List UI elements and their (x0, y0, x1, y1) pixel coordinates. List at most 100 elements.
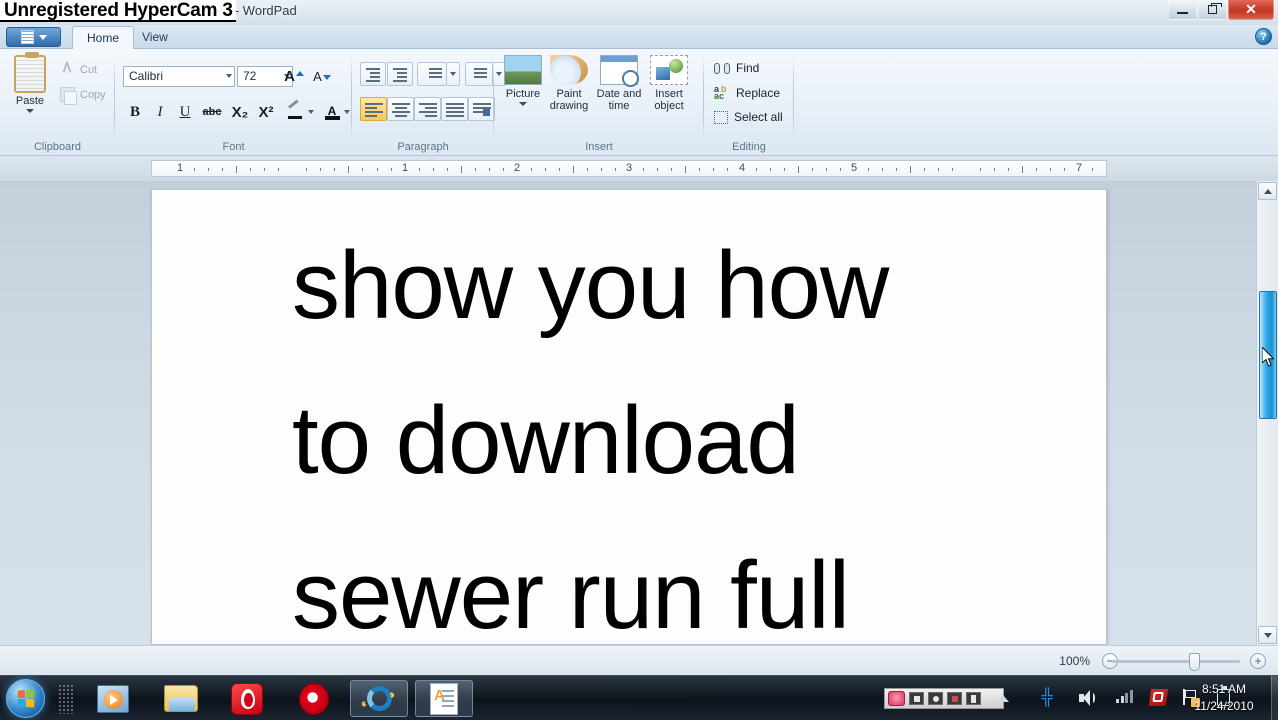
ruler-number: 2 (513, 162, 521, 174)
line-spacing-button[interactable] (465, 62, 493, 86)
group-label-clipboard: Clipboard (33, 141, 82, 153)
align-right-button[interactable] (414, 97, 441, 121)
ruler-tick (727, 168, 729, 171)
paragraph-settings-button[interactable] (468, 97, 495, 121)
help-button[interactable]: ? (1255, 28, 1272, 45)
wordpad-icon: A (430, 682, 458, 715)
grow-font-icon: A (284, 68, 295, 85)
clock-time: 8:51 AM (1201, 682, 1247, 696)
zoom-slider-thumb[interactable] (1189, 653, 1200, 671)
hypercam-toolbar[interactable] (884, 688, 1004, 709)
taskbar-item-opera[interactable] (285, 680, 343, 717)
hypercam-stop-icon[interactable] (909, 692, 924, 705)
hypercam-settings-icon[interactable] (966, 692, 981, 705)
ruler-tick (938, 168, 940, 171)
align-left-icon (365, 103, 383, 119)
taskbar-item-wordpad[interactable]: A (415, 680, 473, 717)
app-menu-button[interactable] (6, 27, 61, 47)
ruler-tick (980, 168, 982, 171)
group-label-font: Font (222, 141, 245, 153)
document-line-1: show you how (292, 232, 889, 339)
chevron-down-icon (344, 110, 350, 114)
zoom-slider-track[interactable] (1112, 660, 1240, 663)
tab-home[interactable]: Home (72, 26, 135, 49)
hypercam-camera-icon[interactable] (928, 692, 943, 705)
show-hidden-icons-button[interactable] (994, 689, 1012, 707)
ruler-tick (488, 168, 490, 171)
ruler-tick (544, 168, 546, 171)
underline-button[interactable]: U (173, 101, 197, 123)
minimize-button[interactable] (1168, 0, 1197, 20)
taskbar-item-internet-explorer[interactable] (350, 680, 408, 717)
decrease-indent-button[interactable] (360, 62, 386, 86)
show-desktop-button[interactable] (1271, 676, 1278, 720)
increase-indent-button[interactable] (387, 62, 413, 86)
taskbar-grip[interactable] (58, 684, 74, 714)
copy-label: Copy (80, 88, 106, 101)
justify-button[interactable] (441, 97, 468, 121)
highlight-dropdown[interactable] (305, 101, 317, 123)
ruler-tick (264, 168, 266, 171)
tab-view[interactable]: View (128, 26, 182, 49)
close-button[interactable]: ✕ (1228, 0, 1274, 20)
taskbar-item-windows-explorer[interactable] (152, 680, 210, 717)
network-signal-icon[interactable] (1116, 689, 1134, 707)
decrease-indent-icon (366, 68, 380, 84)
scroll-down-button[interactable] (1258, 626, 1277, 644)
group-label-insert: Insert (585, 141, 613, 153)
zoom-in-button[interactable]: + (1250, 653, 1266, 669)
taskbar-item-windows-media-player[interactable] (84, 680, 142, 717)
strikethrough-button[interactable]: abc (198, 101, 226, 123)
ruler-tick (909, 166, 911, 173)
grow-font-button[interactable]: A (281, 66, 307, 87)
scroll-up-button[interactable] (1258, 182, 1277, 200)
horizontal-ruler[interactable]: 1 1 2 3 4 5 7 (151, 160, 1107, 177)
clock[interactable]: 8:51 AM 11/24/2010 (1178, 681, 1270, 715)
ruler-tick (208, 168, 210, 171)
ruler-tick (362, 168, 364, 171)
ribbon-tab-strip: Home View ? (0, 25, 1278, 49)
copy-button[interactable]: Copy (60, 87, 106, 105)
hypercam-pause-icon[interactable] (947, 692, 962, 705)
subscript-button[interactable]: X₂ (227, 101, 253, 123)
font-family-select[interactable]: Calibri (123, 66, 235, 87)
bullet-list-button[interactable] (417, 62, 447, 86)
kaspersky-icon[interactable] (1148, 689, 1169, 707)
hypercam-record-icon[interactable] (888, 691, 905, 706)
chevron-down-icon (519, 102, 527, 106)
ruler-tick (1064, 168, 1066, 171)
vertical-scrollbar[interactable] (1256, 181, 1278, 645)
replace-label: Replace (736, 86, 781, 100)
align-left-button[interactable] (360, 97, 387, 121)
shrink-font-button[interactable]: A (309, 66, 335, 87)
copy-icon (60, 87, 77, 105)
cut-button[interactable]: Cut (60, 62, 97, 77)
bluetooth-icon[interactable]: ╬ (1038, 689, 1056, 707)
picture-button[interactable]: Picture (498, 55, 548, 106)
find-button[interactable]: Find (714, 61, 759, 75)
ruler-tick (236, 166, 238, 173)
scissors-icon (60, 62, 75, 77)
paint-drawing-button[interactable]: Paint drawing (544, 55, 594, 112)
select-all-button[interactable]: Select all (714, 110, 783, 124)
bold-button[interactable]: B (123, 101, 147, 123)
group-label-editing: Editing (732, 141, 766, 153)
restore-button[interactable] (1198, 0, 1227, 20)
wordpad-window: Document - WordPad ✕ Unregistered HyperC… (0, 0, 1278, 675)
ruler-tick (755, 168, 757, 171)
start-button[interactable] (6, 679, 45, 718)
align-center-button[interactable] (387, 97, 414, 121)
text-highlight-button[interactable] (283, 99, 307, 123)
zoom-level-label: 100% (1059, 654, 1090, 668)
bullet-list-dropdown[interactable] (447, 62, 460, 86)
superscript-button[interactable]: X² (253, 101, 279, 123)
insert-object-button[interactable]: Insert object (644, 55, 694, 112)
taskbar-item-vodafone[interactable] (218, 680, 276, 717)
italic-button[interactable]: I (148, 101, 172, 123)
paste-button[interactable]: Paste (8, 52, 52, 113)
font-color-button[interactable]: A (320, 101, 344, 123)
replace-button[interactable]: a b ac Replace (714, 85, 781, 101)
document-page[interactable]: show you how to download sewer run full (151, 189, 1107, 645)
volume-icon[interactable] (1078, 689, 1096, 707)
date-time-button[interactable]: Date and time (594, 55, 644, 112)
